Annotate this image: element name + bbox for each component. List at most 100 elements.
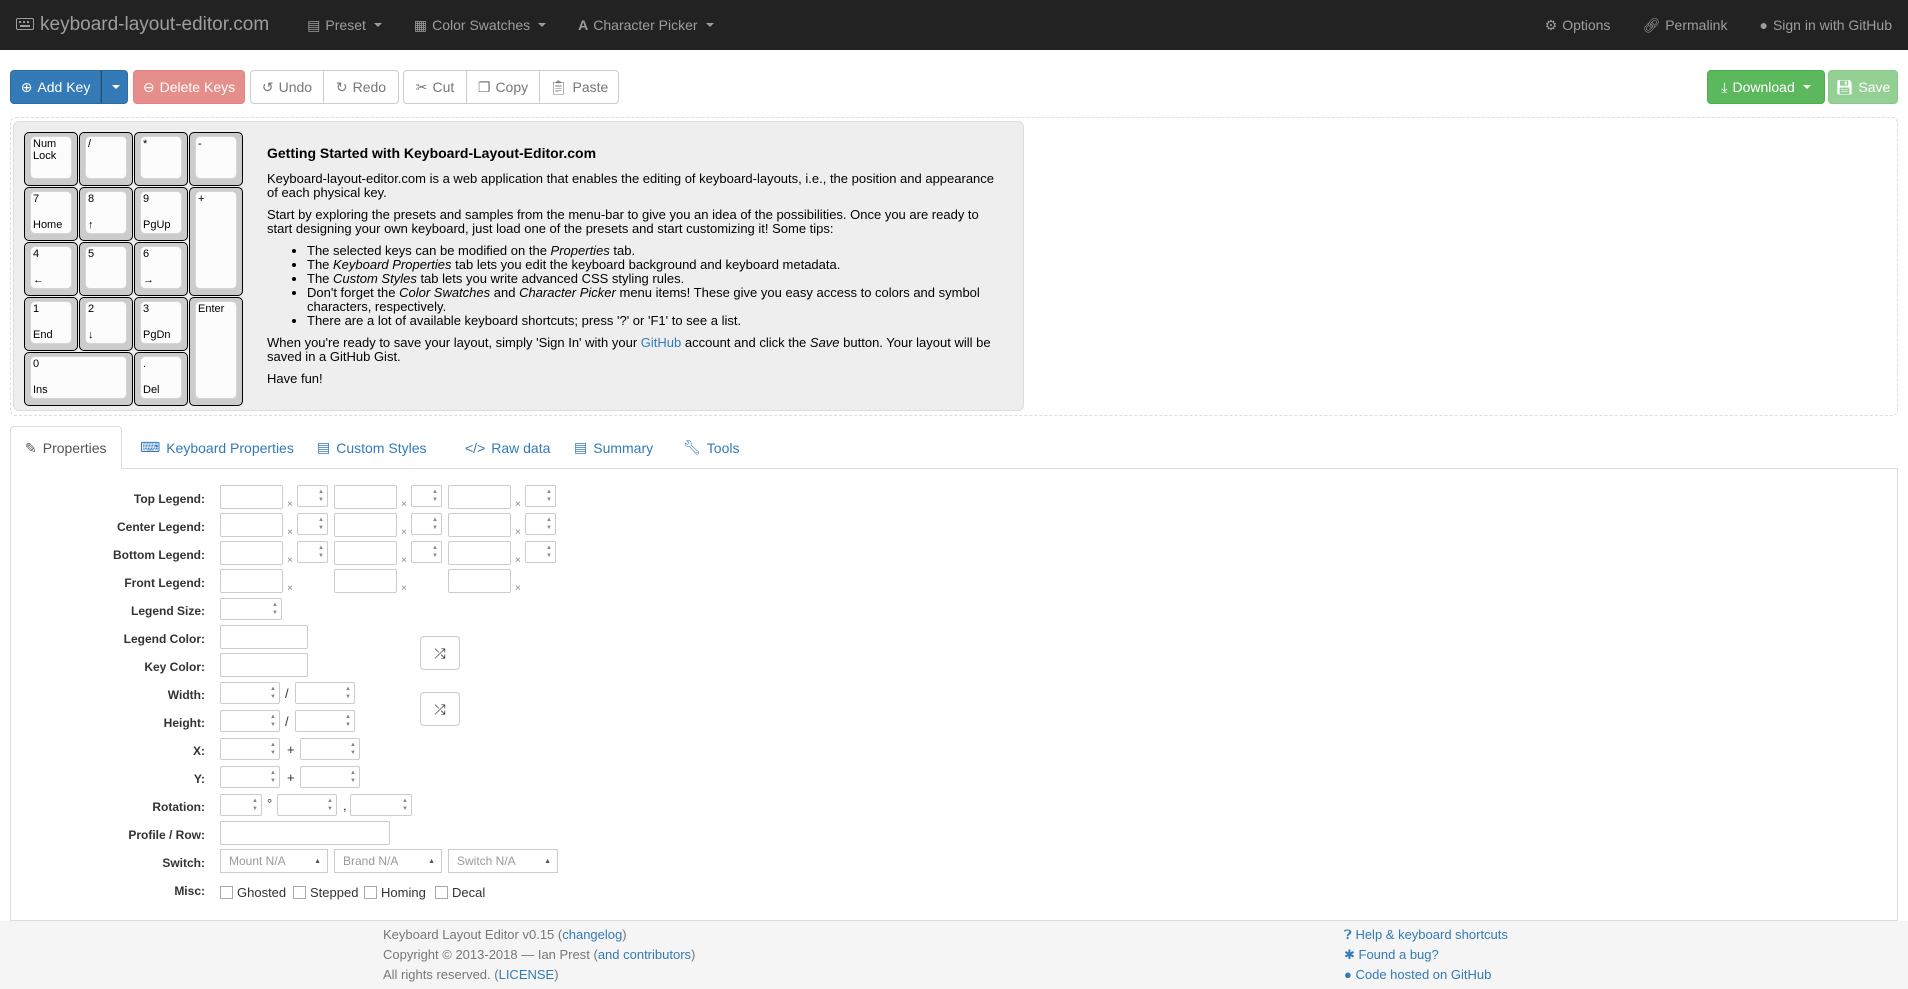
keycap[interactable]: 9 PgUp bbox=[134, 187, 188, 241]
legend-text-input[interactable] bbox=[334, 485, 397, 509]
clear-legend-icon[interactable]: × bbox=[515, 555, 521, 566]
save-button[interactable]: 💾︎ Save bbox=[1828, 70, 1898, 104]
cut-button[interactable]: ✂ Cut bbox=[403, 70, 467, 104]
randomize-key-color-button[interactable]: ⤮ bbox=[420, 692, 460, 726]
randomize-legend-color-button[interactable]: ⤮ bbox=[420, 636, 460, 670]
legend-text-input[interactable] bbox=[220, 485, 283, 509]
color-swatches-menu[interactable]: ▦ Color Swatches bbox=[398, 17, 562, 34]
license-link[interactable]: LICENSE bbox=[499, 967, 555, 982]
sign-in-link[interactable]: ● Sign in with GitHub bbox=[1743, 17, 1908, 34]
legend-text-input[interactable] bbox=[220, 513, 283, 537]
character-picker-menu[interactable]: A Character Picker bbox=[562, 17, 729, 33]
rotation-angle-spinner[interactable] bbox=[220, 794, 262, 816]
ghosted-checkbox[interactable]: Ghosted bbox=[220, 885, 286, 900]
legend-size-spinner[interactable] bbox=[220, 598, 282, 620]
legend-text-input[interactable] bbox=[448, 485, 511, 509]
stepped-checkbox[interactable]: Stepped bbox=[293, 885, 358, 900]
keycap[interactable]: 6 → bbox=[134, 242, 188, 296]
clear-legend-icon[interactable]: × bbox=[515, 527, 521, 538]
legend-text-input[interactable] bbox=[220, 541, 283, 565]
switch-mount-select[interactable]: Mount N/A bbox=[220, 849, 328, 873]
keycap[interactable]: . Del bbox=[134, 352, 188, 406]
homing-checkbox[interactable]: Homing bbox=[364, 885, 426, 900]
keycap[interactable]: 0 Ins bbox=[24, 352, 133, 406]
width-spinner[interactable] bbox=[220, 682, 280, 704]
tab-keyboard-properties[interactable]: ⌨ Keyboard Properties bbox=[126, 426, 308, 469]
tab-tools[interactable]: 🔧︎ Tools bbox=[669, 426, 753, 469]
tab-properties[interactable]: ✎ Properties bbox=[10, 426, 122, 470]
switch-type-select[interactable]: Switch N/A bbox=[448, 849, 558, 873]
width2-spinner[interactable] bbox=[295, 682, 355, 704]
clear-legend-icon[interactable]: × bbox=[287, 555, 293, 566]
legend-text-input[interactable] bbox=[334, 541, 397, 565]
checkbox[interactable] bbox=[220, 886, 233, 899]
keycap[interactable]: 1 End bbox=[24, 297, 78, 351]
y-spinner[interactable] bbox=[220, 766, 280, 788]
legend-size-spinner[interactable] bbox=[297, 513, 328, 535]
key-color-input[interactable] bbox=[220, 653, 308, 677]
profile-row-input[interactable] bbox=[220, 821, 390, 845]
legend-size-spinner[interactable] bbox=[411, 485, 442, 507]
y2-spinner[interactable] bbox=[300, 766, 360, 788]
legend-size-spinner[interactable] bbox=[297, 485, 328, 507]
github-code-link[interactable]: ● Code hosted on GitHub bbox=[1344, 967, 1491, 982]
keycap[interactable]: 8 ↑ bbox=[79, 187, 133, 241]
rotation-y-spinner[interactable] bbox=[350, 794, 412, 816]
keycap[interactable]: 5 bbox=[79, 242, 133, 296]
contributors-link[interactable]: and contributors bbox=[598, 947, 691, 962]
tab-summary[interactable]: ▤ Summary bbox=[560, 426, 667, 469]
keycap[interactable]: 3 PgDn bbox=[134, 297, 188, 351]
tab-custom-styles[interactable]: ▤ Custom Styles bbox=[303, 426, 440, 469]
brand-link[interactable]: keyboard-layout-editor.com bbox=[16, 14, 269, 36]
help-link[interactable]: ❓︎ Help & keyboard shortcuts bbox=[1344, 927, 1508, 942]
legend-size-spinner[interactable] bbox=[525, 541, 556, 563]
clear-legend-icon[interactable]: × bbox=[287, 499, 293, 510]
keycap[interactable]: 2 ↓ bbox=[79, 297, 133, 351]
options-menu[interactable]: ⚙ Options bbox=[1529, 17, 1627, 34]
legend-text-input[interactable] bbox=[448, 569, 511, 593]
keycap[interactable]: 7 Home bbox=[24, 187, 78, 241]
height2-spinner[interactable] bbox=[295, 710, 355, 732]
checkbox[interactable] bbox=[293, 886, 306, 899]
keycap[interactable]: - bbox=[189, 132, 243, 186]
checkbox[interactable] bbox=[364, 886, 377, 899]
delete-keys-button[interactable]: ⊖ Delete Keys bbox=[133, 70, 245, 104]
legend-size-spinner[interactable] bbox=[411, 513, 442, 535]
add-key-dropdown-button[interactable] bbox=[101, 70, 128, 104]
legend-size-spinner[interactable] bbox=[297, 541, 328, 563]
keycap[interactable]: / bbox=[79, 132, 133, 186]
legend-size-spinner[interactable] bbox=[411, 541, 442, 563]
clear-legend-icon[interactable]: × bbox=[287, 583, 293, 594]
legend-color-input[interactable] bbox=[220, 625, 308, 649]
download-button[interactable]: ⤓ Download bbox=[1707, 70, 1825, 104]
legend-text-input[interactable] bbox=[448, 541, 511, 565]
legend-size-spinner[interactable] bbox=[525, 513, 556, 535]
preset-menu[interactable]: ▤ Preset bbox=[291, 17, 398, 34]
keycap[interactable]: + bbox=[189, 187, 243, 296]
keycap[interactable]: Num Lock bbox=[24, 132, 78, 186]
tab-raw-data[interactable]: </> Raw data bbox=[451, 426, 564, 469]
legend-size-spinner[interactable] bbox=[525, 485, 556, 507]
keyboard-canvas[interactable]: Num Lock / * - 7 Home 8 ↑ 9 PgUp +4 ← 5 6 → 1 End 2 ↓ 3 PgDn… bbox=[13, 121, 1024, 411]
x-spinner[interactable] bbox=[220, 738, 280, 760]
changelog-link[interactable]: changelog bbox=[562, 927, 622, 942]
clear-legend-icon[interactable]: × bbox=[401, 499, 407, 510]
paste-button[interactable]: 📋︎ Paste bbox=[539, 70, 619, 104]
height-spinner[interactable] bbox=[220, 710, 280, 732]
decal-checkbox[interactable]: Decal bbox=[435, 885, 485, 900]
redo-button[interactable]: ↻ Redo bbox=[323, 70, 399, 104]
legend-text-input[interactable] bbox=[448, 513, 511, 537]
legend-text-input[interactable] bbox=[220, 569, 283, 593]
clear-legend-icon[interactable]: × bbox=[515, 499, 521, 510]
keycap[interactable]: 4 ← bbox=[24, 242, 78, 296]
clear-legend-icon[interactable]: × bbox=[515, 583, 521, 594]
clear-legend-icon[interactable]: × bbox=[401, 583, 407, 594]
bug-link[interactable]: ✱ Found a bug? bbox=[1344, 947, 1439, 962]
legend-text-input[interactable] bbox=[334, 513, 397, 537]
keycap[interactable]: * bbox=[134, 132, 188, 186]
add-key-button[interactable]: ⊕ Add Key bbox=[10, 70, 101, 104]
rotation-x-spinner[interactable] bbox=[277, 794, 337, 816]
checkbox[interactable] bbox=[435, 886, 448, 899]
clear-legend-icon[interactable]: × bbox=[401, 555, 407, 566]
switch-brand-select[interactable]: Brand N/A bbox=[334, 849, 442, 873]
